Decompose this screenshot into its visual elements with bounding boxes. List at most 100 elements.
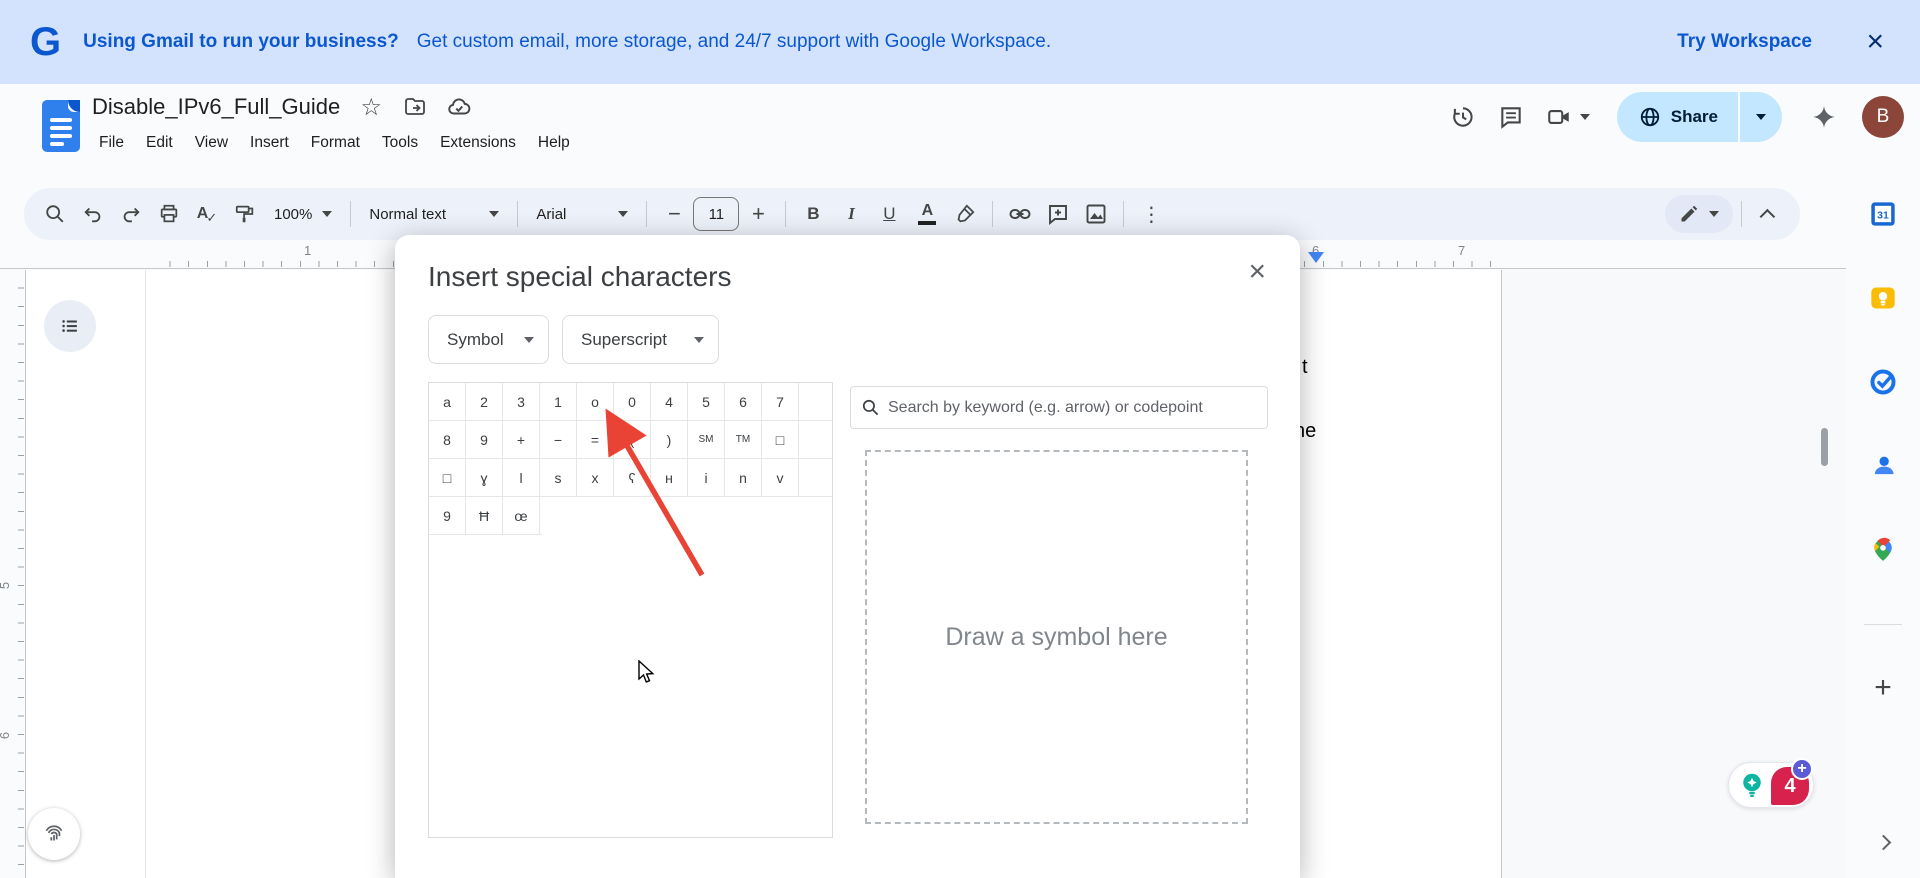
char-cell[interactable]: ( (614, 421, 651, 458)
char-cell[interactable]: x (577, 459, 614, 496)
draw-symbol-area[interactable]: Draw a symbol here (865, 450, 1248, 824)
char-cell[interactable]: ) (651, 421, 688, 458)
collapse-toolbar-icon[interactable] (1750, 195, 1788, 233)
bold-button[interactable]: B (794, 195, 832, 233)
video-call-button[interactable] (1535, 93, 1601, 141)
show-document-outline-button[interactable] (44, 300, 96, 352)
category-dropdown[interactable]: Symbol (428, 315, 549, 364)
expand-side-panel-icon[interactable] (1859, 818, 1907, 866)
menu-view[interactable]: View (184, 130, 239, 156)
more-options-icon[interactable]: ⋮ (1132, 195, 1170, 233)
tasks-icon[interactable] (1859, 358, 1907, 406)
spellcheck-icon[interactable]: A ✓ (188, 195, 226, 233)
char-cell[interactable]: Ħ (466, 497, 503, 534)
version-history-icon[interactable] (1439, 93, 1487, 141)
char-cell[interactable]: 7 (762, 383, 799, 420)
menu-insert[interactable]: Insert (239, 130, 300, 156)
char-cell[interactable]: □ (429, 459, 466, 496)
share-dropdown-button[interactable] (1740, 92, 1782, 142)
print-icon[interactable] (150, 195, 188, 233)
char-cell[interactable]: 8 (429, 421, 466, 458)
contacts-icon[interactable] (1859, 442, 1907, 490)
char-cell[interactable]: TM (725, 421, 762, 458)
draw-hint-text: Draw a symbol here (945, 623, 1167, 652)
page-right-edge (1501, 270, 1502, 878)
char-cell[interactable]: s (540, 459, 577, 496)
text-color-button[interactable]: A (908, 203, 946, 225)
char-cell[interactable]: i (688, 459, 725, 496)
menu-format[interactable]: Format (300, 130, 371, 156)
try-workspace-link[interactable]: Try Workspace (1677, 31, 1812, 53)
indent-marker[interactable] (1308, 252, 1324, 263)
char-cell[interactable]: 1 (540, 383, 577, 420)
char-cell[interactable]: l (503, 459, 540, 496)
dialog-close-icon[interactable]: × (1248, 257, 1266, 287)
increase-font-size-button[interactable]: + (739, 195, 777, 233)
star-icon[interactable]: ☆ (358, 94, 384, 120)
gemini-spark-icon[interactable] (1800, 93, 1848, 141)
char-cell[interactable]: □ (762, 421, 799, 458)
grammar-badge[interactable]: 4 + (1771, 767, 1809, 805)
share-button[interactable]: Share (1617, 92, 1782, 142)
char-cell[interactable]: 6 (725, 383, 762, 420)
editing-mode-button[interactable] (1665, 195, 1733, 233)
char-cell[interactable]: n (725, 459, 762, 496)
move-folder-icon[interactable] (402, 94, 428, 120)
maps-icon[interactable] (1859, 526, 1907, 574)
char-cell[interactable]: ʜ (651, 459, 688, 496)
char-cell[interactable]: 9 (466, 421, 503, 458)
char-cell[interactable]: a (429, 383, 466, 420)
accessibility-touch-button[interactable] (28, 808, 80, 860)
banner-close-icon[interactable]: × (1866, 27, 1884, 57)
char-cell[interactable]: 2 (466, 383, 503, 420)
paint-format-icon[interactable] (226, 195, 264, 233)
menu-edit[interactable]: Edit (135, 130, 184, 156)
zoom-select[interactable]: 100% (264, 195, 342, 233)
char-cell[interactable]: 3 (503, 383, 540, 420)
char-cell[interactable]: ɣ (466, 459, 503, 496)
docs-logo-icon[interactable] (42, 100, 80, 152)
document-title[interactable]: Disable_IPv6_Full_Guide (92, 94, 340, 120)
add-comment-icon[interactable] (1039, 195, 1077, 233)
vertical-scrollbar-thumb[interactable] (1821, 428, 1828, 466)
assistant-widget[interactable]: 4 + (1728, 762, 1814, 808)
char-cell[interactable]: œ (503, 497, 540, 534)
char-cell[interactable]: = (577, 421, 614, 458)
avatar[interactable]: B (1862, 96, 1904, 138)
char-cell[interactable]: 5 (688, 383, 725, 420)
undo-icon[interactable] (74, 195, 112, 233)
insert-link-icon[interactable] (1001, 195, 1039, 233)
menu-tools[interactable]: Tools (371, 130, 429, 156)
char-cell[interactable]: 4 (651, 383, 688, 420)
character-search-input[interactable] (888, 399, 1257, 417)
search-menus-icon[interactable] (36, 195, 74, 233)
char-cell-target[interactable]: o (577, 383, 614, 420)
calendar-icon[interactable]: 31 (1859, 190, 1907, 238)
italic-button[interactable]: I (832, 195, 870, 233)
redo-icon[interactable] (112, 195, 150, 233)
char-cell[interactable]: − (540, 421, 577, 458)
font-family-select[interactable]: Arial (526, 195, 638, 233)
underline-button[interactable]: U (870, 195, 908, 233)
banner-subtext: Get custom email, more storage, and 24/7… (417, 31, 1051, 53)
menu-file[interactable]: File (88, 130, 135, 156)
char-cell[interactable]: 9 (429, 497, 466, 534)
menu-extensions[interactable]: Extensions (429, 130, 527, 156)
add-apps-button[interactable]: + (1859, 664, 1907, 712)
cloud-saved-icon[interactable] (446, 94, 472, 120)
paragraph-style-select[interactable]: Normal text (359, 195, 509, 233)
subcategory-dropdown[interactable]: Superscript (562, 315, 719, 364)
char-cell[interactable]: ʕ (614, 459, 651, 496)
decrease-font-size-button[interactable]: − (655, 195, 693, 233)
highlight-color-icon[interactable] (946, 195, 984, 233)
char-cell[interactable]: SM (688, 421, 725, 458)
char-cell[interactable]: v (762, 459, 799, 496)
comments-icon[interactable] (1487, 93, 1535, 141)
insert-image-icon[interactable] (1077, 195, 1115, 233)
font-size-input[interactable]: 11 (693, 197, 739, 231)
keep-icon[interactable] (1859, 274, 1907, 322)
char-cell[interactable]: 0 (614, 383, 651, 420)
menu-help[interactable]: Help (527, 130, 581, 156)
char-cell[interactable]: + (503, 421, 540, 458)
vertical-ruler[interactable]: 5 6 7 8 (0, 270, 26, 878)
